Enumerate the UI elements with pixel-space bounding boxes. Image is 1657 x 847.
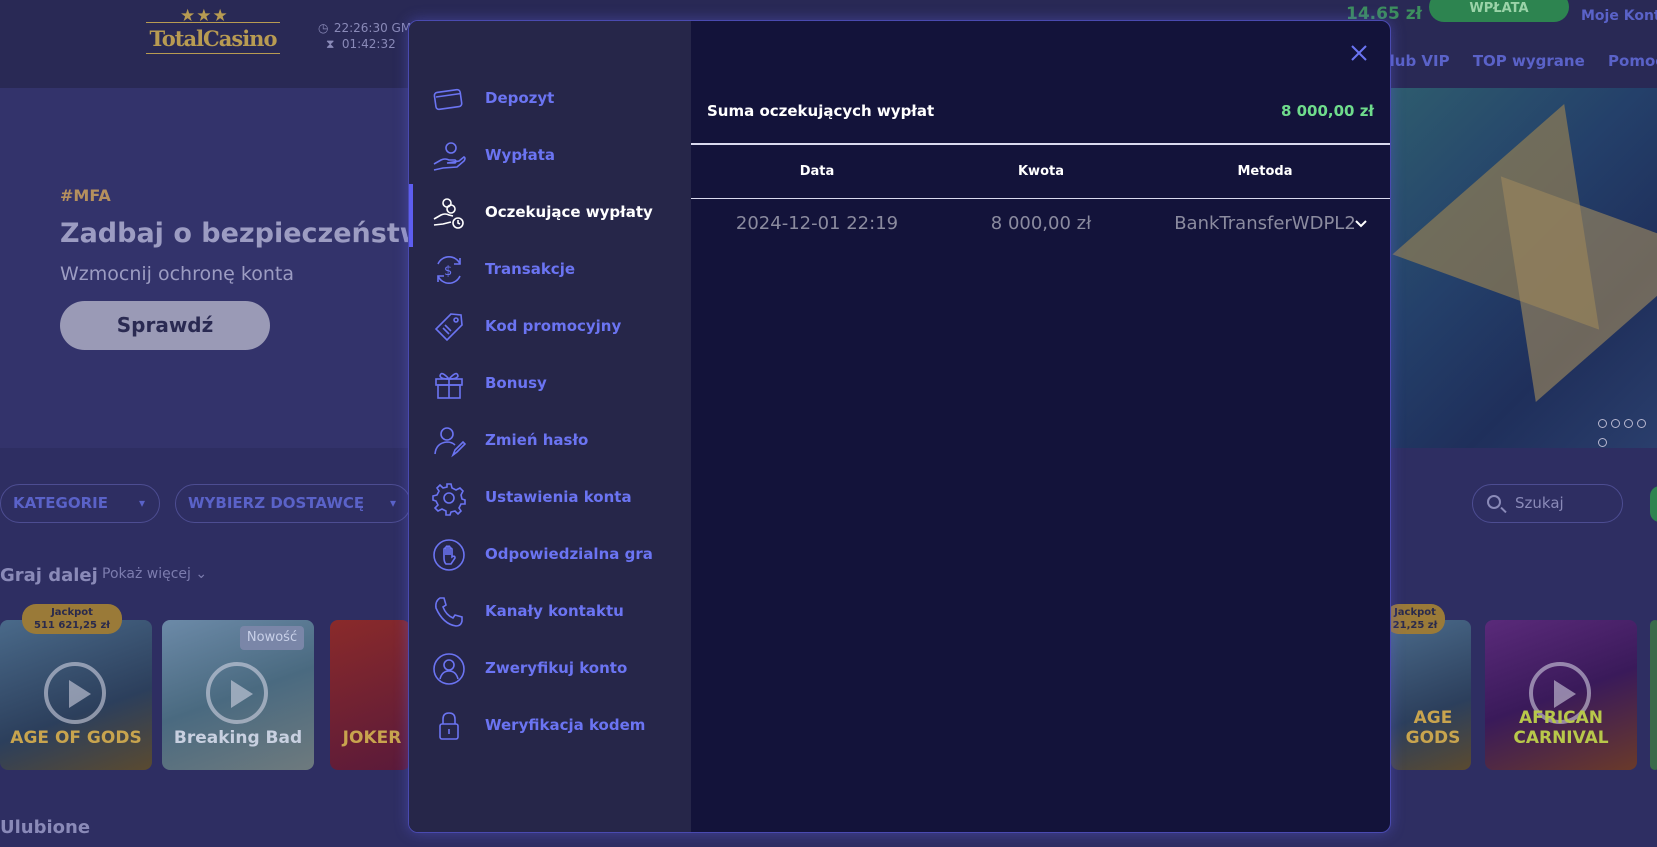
user-edit-icon [431, 423, 467, 459]
clock-time: 22:26:30 GM [333, 21, 412, 35]
menu-item-responsible-gaming[interactable]: Odpowiedzialna gra [409, 527, 691, 584]
game-tile[interactable]: AGE OF GODS [0, 620, 152, 770]
dollar-cycle-icon: $ [431, 252, 467, 288]
menu-item-transactions[interactable]: $ Transakcje [409, 242, 691, 299]
account-menu: Depozyt Wypłata Oczekujące wypłaty $ Tra… [409, 21, 691, 832]
menu-item-bonuses[interactable]: Bonusy [409, 356, 691, 413]
menu-item-account-settings[interactable]: Ustawienia konta [409, 470, 691, 527]
hero-check-button[interactable]: Sprawdź [60, 301, 270, 350]
menu-item-code-verification[interactable]: Weryfikacja kodem [409, 698, 691, 755]
gear-icon [431, 480, 467, 516]
pending-sum-label: Suma oczekujących wypłat [707, 102, 935, 120]
game-search-input[interactable]: Szukaj [1472, 484, 1623, 523]
menu-label: Depozyt [485, 89, 555, 107]
account-modal: Depozyt Wypłata Oczekujące wypłaty $ Tra… [408, 20, 1391, 833]
tag-icon [431, 309, 467, 345]
row-method: BankTransferWDPL2 [1174, 213, 1356, 234]
menu-label: Transakcje [485, 260, 576, 278]
menu-item-promo-code[interactable]: Kod promocyjny [409, 299, 691, 356]
svg-text:$: $ [444, 264, 452, 279]
session-clock: ◷ 22:26:30 GM ⧗ 01:42:32 [318, 20, 411, 52]
menu-label: Wypłata [485, 146, 556, 164]
continue-playing-title: Graj dalej [0, 565, 98, 586]
game-name: Breaking Bad [173, 728, 303, 748]
nav-link-top-wins[interactable]: TOP wygrane [1473, 52, 1585, 70]
menu-item-contact-channels[interactable]: Kanały kontaktu [409, 584, 691, 641]
close-icon[interactable] [1348, 42, 1370, 64]
hero-subtitle: Wzmocnij ochronę konta [60, 263, 294, 285]
column-header-date: Data [799, 164, 835, 179]
session-time: 01:42:32 [341, 37, 396, 51]
menu-label: Kod promocyjny [485, 317, 622, 335]
play-icon [206, 662, 268, 724]
card-icon [431, 81, 467, 117]
favorites-title: Ulubione [0, 817, 91, 838]
show-more-link[interactable]: Pokaż więcej ⌄ [102, 566, 207, 582]
menu-label: Oczekujące wypłaty [485, 203, 653, 221]
hero-title: Zadbaj o bezpieczeństwo [60, 218, 444, 249]
row-date: 2024-12-01 22:19 [735, 213, 899, 234]
categories-dropdown[interactable]: KATEGORIE ▾ [0, 484, 160, 523]
categories-label: KATEGORIE [13, 494, 108, 512]
deposit-button[interactable]: WPŁATA [1429, 0, 1569, 22]
menu-label: Odpowiedzialna gra [485, 545, 653, 563]
menu-label: Ustawienia konta [485, 488, 632, 506]
top-nav: Klub VIP TOP wygrane Pomoc [1378, 52, 1657, 70]
menu-label: Zmień hasło [485, 431, 589, 449]
pending-coins-icon [431, 195, 467, 231]
play-icon [44, 662, 106, 724]
search-placeholder: Szukaj [1515, 494, 1564, 512]
clock-icon: ◷ [318, 21, 329, 35]
game-tile[interactable]: JOKER [330, 620, 410, 770]
search-icon [1487, 495, 1501, 509]
new-badge: Nowość [240, 626, 304, 650]
menu-item-pending-withdrawals[interactable]: Oczekujące wypłaty [409, 184, 691, 247]
jackpot-badge: Jackpot 511 621,25 zł [22, 604, 122, 634]
provider-label: WYBIERZ DOSTAWCĘ [188, 494, 365, 512]
gift-icon [431, 366, 467, 402]
column-header-method: Metoda [1237, 164, 1293, 179]
phone-icon [431, 594, 467, 630]
game-name: AGE OF GODS [10, 728, 142, 748]
hero-star-artwork [1390, 88, 1657, 448]
chevron-down-icon[interactable] [1353, 215, 1369, 231]
game-name: AFRICAN CARNIVAL [1513, 708, 1609, 748]
logo-text: TotalCasino [146, 22, 280, 54]
menu-label: Kanały kontaktu [485, 602, 624, 620]
hourglass-icon: ⧗ [326, 37, 335, 51]
my-account-link[interactable]: Moje Konto [1581, 8, 1657, 24]
menu-label: Bonusy [485, 374, 547, 392]
chevron-down-icon: ▾ [138, 496, 145, 510]
game-name: AGE GODS [1405, 708, 1461, 748]
menu-label: Zweryfikuj konto [485, 659, 628, 677]
hero-tag: #MFA [60, 186, 111, 205]
chevron-down-icon: ▾ [389, 496, 396, 510]
menu-label: Weryfikacja kodem [485, 716, 646, 734]
site-logo[interactable]: ★★★ TotalCasino [146, 6, 280, 62]
menu-item-verify-account[interactable]: Zweryfikuj konto [409, 641, 691, 698]
row-amount: 8 000,00 zł [990, 213, 1092, 234]
menu-item-change-password[interactable]: Zmień hasło [409, 413, 691, 470]
pending-sum-value: 8 000,00 zł [1280, 102, 1374, 120]
jackpot-badge: Jackpot 21,25 zł [1385, 604, 1445, 634]
game-name: JOKER [342, 728, 402, 748]
filter-toggle-button[interactable] [1650, 486, 1657, 522]
menu-item-deposit[interactable]: Depozyt [409, 71, 691, 128]
menu-item-withdrawal[interactable]: Wypłata [409, 128, 691, 185]
provider-dropdown[interactable]: WYBIERZ DOSTAWCĘ ▾ [175, 484, 411, 523]
game-tile[interactable] [1650, 620, 1657, 770]
divider [691, 198, 1390, 199]
divider [691, 143, 1390, 145]
user-circle-icon [431, 651, 467, 687]
hand-stop-icon [431, 537, 467, 573]
game-tile[interactable]: AFRICAN CARNIVAL [1485, 620, 1637, 770]
carousel-dots[interactable] [1598, 413, 1657, 451]
column-header-amount: Kwota [1017, 164, 1064, 179]
lock-icon [431, 708, 467, 744]
nav-link-help[interactable]: Pomoc [1608, 52, 1657, 70]
hand-coin-icon [431, 138, 467, 174]
game-tile[interactable]: AGE GODS [1391, 620, 1471, 770]
